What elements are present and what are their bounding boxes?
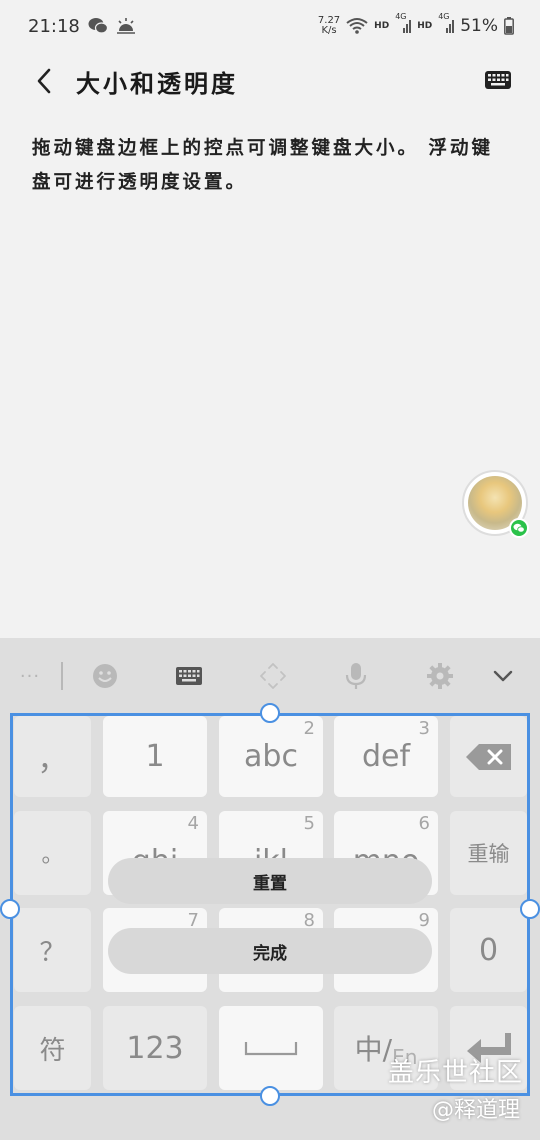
- status-time: 21:18: [28, 15, 80, 37]
- keyboard-mode-button[interactable]: [171, 660, 207, 692]
- resize-handle-right[interactable]: [520, 899, 540, 919]
- keyboard-toggle-button[interactable]: [484, 68, 512, 92]
- back-arrow-icon: [37, 68, 51, 94]
- app-header: 大小和透明度: [0, 52, 540, 110]
- battery-percent: 51%: [460, 16, 498, 36]
- keyboard-resize-frame: [10, 713, 530, 1096]
- wechat-badge-icon: [509, 518, 529, 538]
- resize-handle-top[interactable]: [260, 703, 280, 723]
- keyboard-icon: [176, 667, 202, 685]
- network-speed: 7.27 K/s: [318, 16, 340, 36]
- toolbar-divider: [61, 662, 63, 690]
- status-bar: 21:18 7.27 K/s HD 4G HD 4G 51%: [0, 0, 540, 52]
- hd-indicator-1: HD: [374, 21, 390, 31]
- watermark-author: @释道理: [432, 1098, 521, 1123]
- hd-indicator-2: HD: [417, 21, 433, 31]
- network-speed-unit: K/s: [321, 25, 337, 36]
- resize-handle-bottom[interactable]: [260, 1086, 280, 1106]
- description-text: 拖动键盘边框上的控点可调整键盘大小。 浮动键盘可进行透明度设置。: [32, 138, 493, 193]
- chevron-down-icon: [493, 670, 513, 682]
- microphone-icon: [345, 663, 367, 689]
- weather-sunrise-icon: [116, 17, 136, 35]
- settings-button[interactable]: [422, 660, 458, 692]
- network-type-1: 4G: [395, 12, 407, 21]
- keyboard-icon: [485, 71, 511, 89]
- wifi-icon: [346, 17, 368, 35]
- page-title: 大小和透明度: [76, 69, 238, 98]
- emoji-button[interactable]: [87, 660, 123, 692]
- emoji-icon: [93, 664, 117, 688]
- resize-handle-left[interactable]: [0, 899, 20, 919]
- signal-icon-1: 4G: [395, 12, 412, 34]
- watermark-community: 盖乐世社区: [388, 1058, 524, 1088]
- move-arrows-icon: [260, 663, 286, 689]
- signal-icon-2: 4G: [438, 12, 455, 34]
- gear-icon: [427, 663, 453, 689]
- move-keyboard-button[interactable]: [255, 660, 291, 692]
- collapse-keyboard-button[interactable]: [485, 660, 521, 692]
- voice-input-button[interactable]: [338, 660, 374, 692]
- wechat-notification-icon: [88, 17, 108, 35]
- battery-icon: [504, 17, 514, 35]
- network-type-2: 4G: [438, 12, 450, 21]
- toolbar-more-button[interactable]: ···: [12, 660, 48, 692]
- back-button[interactable]: [28, 64, 60, 98]
